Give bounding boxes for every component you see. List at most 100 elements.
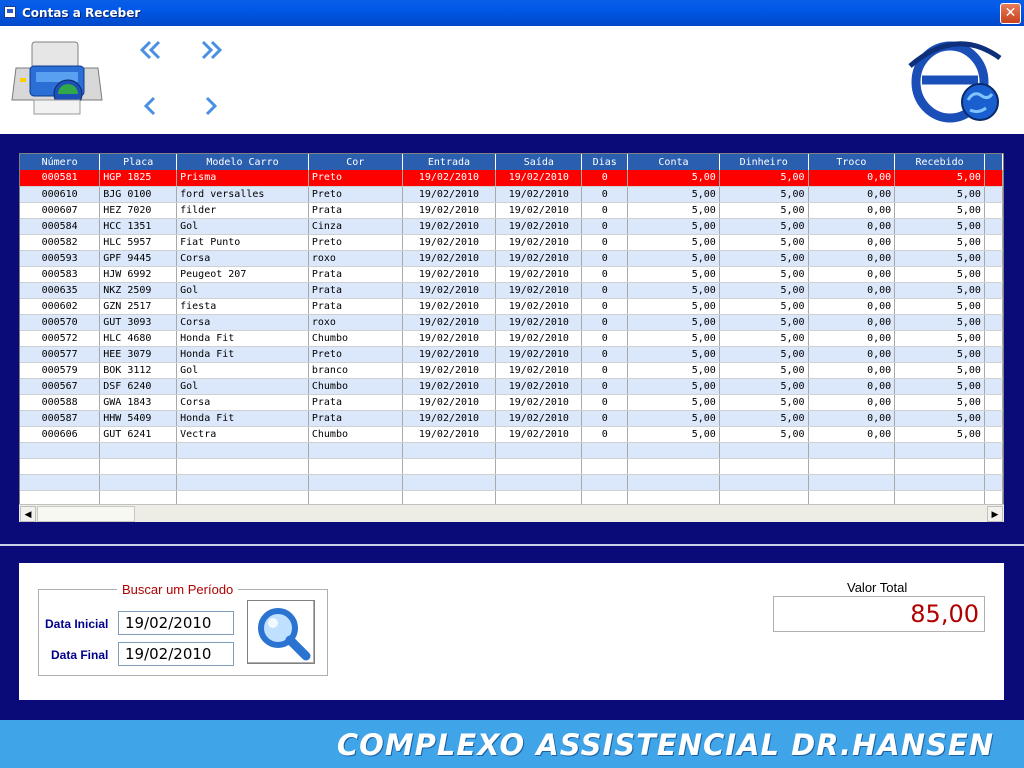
table-cell[interactable]: 19/02/2010 xyxy=(495,282,583,299)
table-cell[interactable]: 000582 xyxy=(20,234,101,251)
table-cell[interactable]: Gol xyxy=(176,378,309,395)
table-cell[interactable]: 0,00 xyxy=(808,378,896,395)
table-row[interactable]: 000593 GPF 9445 Corsa roxo 19/02/2010 19/02/2… xyxy=(20,250,1003,267)
table-cell[interactable]: 5,00 xyxy=(894,282,985,299)
table-cell[interactable]: NKZ 2509 xyxy=(99,282,178,299)
table-cell[interactable]: 19/02/2010 xyxy=(495,170,583,187)
table-row[interactable]: 000572 HLC 4680 Honda Fit Chumbo 19/02/2010 1… xyxy=(20,330,1003,347)
table-cell[interactable]: 0,00 xyxy=(808,330,896,347)
table-cell[interactable]: roxo xyxy=(308,250,403,267)
table-cell[interactable]: Chumbo xyxy=(308,378,403,395)
scroll-right-icon[interactable]: ▶ xyxy=(987,506,1003,522)
table-cell[interactable]: 19/02/2010 xyxy=(495,202,583,219)
table-row[interactable]: 000584 HCC 1351 Gol Cinza 19/02/2010 19/02/20… xyxy=(20,218,1003,235)
table-cell[interactable]: 5,00 xyxy=(894,426,985,443)
table-cell[interactable]: 5,00 xyxy=(894,346,985,363)
table-cell[interactable]: Honda Fit xyxy=(176,346,309,363)
table-cell[interactable]: Prata xyxy=(308,394,403,411)
table-cell[interactable] xyxy=(894,474,985,491)
table-row[interactable]: 000583 HJW 6992 Peugeot 207 Prata 19/02/2010… xyxy=(20,266,1003,283)
table-cell[interactable]: 5,00 xyxy=(719,250,809,267)
table-cell[interactable]: 5,00 xyxy=(894,202,985,219)
table-cell[interactable]: Prisma xyxy=(176,170,309,187)
table-cell[interactable]: 19/02/2010 xyxy=(402,170,497,187)
table-cell[interactable]: HJW 6992 xyxy=(99,266,178,283)
table-cell[interactable]: 5,00 xyxy=(719,234,809,251)
table-cell[interactable]: ford versalles xyxy=(176,186,309,203)
table-cell[interactable]: 5,00 xyxy=(627,282,720,299)
table-cell[interactable]: 5,00 xyxy=(719,362,809,379)
table-cell[interactable]: 5,00 xyxy=(894,234,985,251)
table-cell[interactable]: DSF 6240 xyxy=(99,378,178,395)
scroll-thumb[interactable] xyxy=(37,506,135,522)
table-cell[interactable]: 19/02/2010 xyxy=(402,394,497,411)
table-cell[interactable]: 19/02/2010 xyxy=(495,218,583,235)
table-cell[interactable]: GPF 9445 xyxy=(99,250,178,267)
table-cell[interactable]: 19/02/2010 xyxy=(495,378,583,395)
table-cell[interactable]: 0 xyxy=(581,330,629,347)
table-cell[interactable]: 0,00 xyxy=(808,346,896,363)
table-cell[interactable]: Chumbo xyxy=(308,330,403,347)
next-record-icon[interactable] xyxy=(198,95,224,117)
table-cell[interactable]: 5,00 xyxy=(719,378,809,395)
table-cell[interactable] xyxy=(99,474,178,491)
table-cell[interactable]: 19/02/2010 xyxy=(495,250,583,267)
table-cell[interactable]: 000606 xyxy=(20,426,101,443)
table-cell[interactable]: 0,00 xyxy=(808,426,896,443)
table-cell[interactable]: 5,00 xyxy=(719,218,809,235)
table-cell[interactable]: Prata xyxy=(308,298,403,315)
table-cell[interactable] xyxy=(581,442,629,459)
table-cell[interactable]: 5,00 xyxy=(627,330,720,347)
table-cell[interactable]: 5,00 xyxy=(627,394,720,411)
table-cell[interactable]: Preto xyxy=(308,234,403,251)
table-cell[interactable] xyxy=(719,474,809,491)
table-cell[interactable]: 000577 xyxy=(20,346,101,363)
table-cell[interactable] xyxy=(627,458,720,475)
printer-icon[interactable] xyxy=(10,38,105,120)
table-cell[interactable]: 5,00 xyxy=(627,234,720,251)
table-cell[interactable]: 19/02/2010 xyxy=(495,346,583,363)
table-cell[interactable]: BJG 0100 xyxy=(99,186,178,203)
table-cell[interactable]: 5,00 xyxy=(894,266,985,283)
table-cell[interactable]: 5,00 xyxy=(719,346,809,363)
table-row[interactable]: 000570 GUT 3093 Corsa roxo 19/02/2010 19/02/2… xyxy=(20,314,1003,331)
table-cell[interactable]: 0 xyxy=(581,314,629,331)
table-cell[interactable]: 5,00 xyxy=(627,410,720,427)
table-cell[interactable]: 0,00 xyxy=(808,202,896,219)
table-cell[interactable]: 19/02/2010 xyxy=(402,298,497,315)
table-cell[interactable]: 19/02/2010 xyxy=(402,202,497,219)
table-cell[interactable]: HEZ 7020 xyxy=(99,202,178,219)
table-cell[interactable]: Chumbo xyxy=(308,426,403,443)
column-header[interactable]: Conta xyxy=(627,154,720,170)
table-cell[interactable]: 0,00 xyxy=(808,314,896,331)
table-cell[interactable]: GUT 6241 xyxy=(99,426,178,443)
table-cell[interactable]: 19/02/2010 xyxy=(495,234,583,251)
table-cell[interactable]: 0 xyxy=(581,250,629,267)
table-cell[interactable]: 000588 xyxy=(20,394,101,411)
table-cell[interactable]: GUT 3093 xyxy=(99,314,178,331)
table-cell[interactable] xyxy=(176,474,309,491)
scroll-left-icon[interactable]: ◀ xyxy=(20,506,36,522)
table-cell[interactable]: GWA 1843 xyxy=(99,394,178,411)
table-cell[interactable]: HLC 4680 xyxy=(99,330,178,347)
table-cell[interactable]: 19/02/2010 xyxy=(402,266,497,283)
table-cell[interactable]: 5,00 xyxy=(627,186,720,203)
column-header[interactable]: Cor xyxy=(308,154,403,170)
table-cell[interactable]: Preto xyxy=(308,186,403,203)
table-cell[interactable]: 0,00 xyxy=(808,298,896,315)
table-cell[interactable]: 0,00 xyxy=(808,170,896,187)
table-cell[interactable]: 19/02/2010 xyxy=(495,410,583,427)
table-cell[interactable]: Prata xyxy=(308,202,403,219)
table-cell[interactable]: 19/02/2010 xyxy=(495,394,583,411)
table-cell[interactable]: 0,00 xyxy=(808,362,896,379)
table-cell[interactable]: 19/02/2010 xyxy=(402,282,497,299)
table-cell[interactable]: 5,00 xyxy=(894,362,985,379)
table-cell[interactable]: 0,00 xyxy=(808,266,896,283)
table-cell[interactable]: 19/02/2010 xyxy=(402,218,497,235)
table-cell[interactable]: 5,00 xyxy=(894,170,985,187)
table-cell[interactable]: HCC 1351 xyxy=(99,218,178,235)
table-cell[interactable]: Corsa xyxy=(176,314,309,331)
table-cell[interactable]: 0,00 xyxy=(808,234,896,251)
table-cell[interactable]: 19/02/2010 xyxy=(402,346,497,363)
table-cell[interactable]: 0 xyxy=(581,394,629,411)
